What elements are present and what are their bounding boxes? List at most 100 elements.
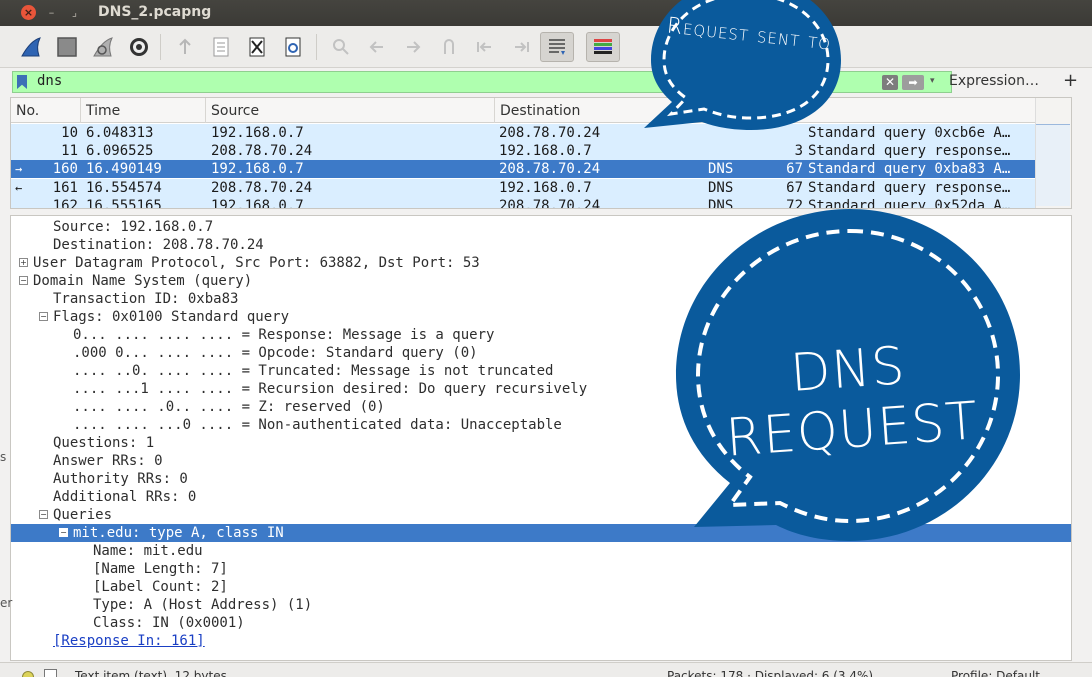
table-row[interactable]: 10 6.048313 192.168.0.7 208.78.70.24 Standar… [11, 124, 1035, 142]
table-row[interactable]: 160 16.490149 192.168.0.7 208.78.70.24 DNS 67… [11, 160, 1035, 179]
table-row[interactable]: 161 16.554574 208.78.70.24 192.168.0.7 DNS 67… [11, 178, 1035, 197]
colorize-icon[interactable] [586, 32, 620, 62]
packet-number: 11 [61, 143, 78, 160]
packet-source: 192.168.0.7 [211, 197, 304, 209]
packet-source: 192.168.0.7 [211, 161, 304, 178]
detail-row[interactable]: [Response In: 161] [11, 632, 1071, 650]
packet-length: 67 [786, 161, 803, 178]
stop-square-icon[interactable] [52, 32, 82, 62]
packet-destination: 192.168.0.7 [499, 143, 592, 160]
reload-file-icon[interactable] [278, 32, 308, 62]
toolbar-separator [160, 34, 161, 60]
packet-info: Standard query response… [808, 179, 1011, 196]
expert-info-icon[interactable] [22, 671, 34, 677]
column-header-source[interactable]: Source [211, 103, 259, 119]
go-forward-icon[interactable] [398, 32, 428, 62]
packet-destination: 208.78.70.24 [499, 125, 601, 141]
packet-protocol: DNS [708, 179, 734, 196]
last-packet-icon[interactable] [506, 32, 536, 62]
collapse-icon[interactable]: − [39, 510, 48, 519]
expand-icon[interactable]: + [19, 258, 28, 267]
column-separator [205, 98, 206, 123]
options-gear-icon[interactable] [124, 32, 154, 62]
packet-source: 192.168.0.7 [211, 125, 304, 141]
window-close-button[interactable]: × [21, 5, 36, 20]
apply-filter-icon[interactable]: ➡ [902, 75, 924, 90]
chevron-down-icon[interactable]: ▾ [930, 76, 942, 90]
find-packet-icon[interactable] [326, 32, 356, 62]
status-packets-count: Packets: 178 · Displayed: 6 (3.4%) [667, 669, 874, 677]
collapse-icon[interactable]: − [19, 276, 28, 285]
display-filter-bar: dns ✕ ➡ ▾ Expression… + [10, 70, 1092, 94]
left-edge-text: er [0, 596, 13, 610]
detail-text: Authority RRs: 0 [53, 471, 188, 487]
packet-length: 3 [794, 143, 803, 160]
detail-text: Class: IN (0x0001) [93, 615, 245, 631]
packet-source: 208.78.70.24 [211, 143, 313, 160]
packet-list-scrollbar[interactable] [1035, 98, 1071, 208]
add-filter-button[interactable]: + [1063, 70, 1078, 91]
save-file-icon[interactable] [206, 32, 236, 62]
left-edge-text: s [0, 450, 7, 464]
detail-text: Queries [53, 507, 113, 523]
window-maximize-button[interactable]: ⌟ [67, 5, 82, 20]
detail-text: Source: 192.168.0.7 [53, 219, 214, 235]
detail-text: .... .... .0.. .... = Z: reserved (0) [73, 399, 385, 415]
packet-time: 16.555165 [86, 197, 162, 209]
detail-text: 0... .... .... .... = Response: Message … [73, 327, 495, 343]
detail-text: mit.edu: type A, class IN [73, 525, 284, 541]
packet-list[interactable]: No. Time Source Destination 10 6.048313 19… [10, 97, 1072, 209]
open-file-icon[interactable] [170, 32, 200, 62]
window-minimize-button[interactable]: – [44, 5, 59, 20]
detail-text: Additional RRs: 0 [53, 489, 197, 505]
detail-text: Flags: 0x0100 Standard query [53, 309, 290, 325]
detail-text: .... .... ...0 .... = Non-authenticated … [73, 417, 562, 433]
window-title: DNS_2.pcapng [98, 4, 212, 20]
column-header-time[interactable]: Time [86, 103, 120, 119]
packet-time: 6.048313 [86, 125, 154, 141]
expression-button[interactable]: Expression… [949, 73, 1039, 89]
packet-length: 67 [786, 179, 803, 196]
clear-filter-icon[interactable]: ✕ [882, 75, 898, 90]
restart-fin-icon[interactable] [88, 32, 118, 62]
response-in-link[interactable]: [Response In: 161] [53, 632, 205, 650]
detail-row[interactable]: Class: IN (0x0001) [11, 614, 1071, 632]
filter-text[interactable]: dns [37, 73, 62, 89]
close-file-icon[interactable] [242, 32, 272, 62]
detail-text: Transaction ID: 0xba83 [53, 291, 239, 307]
packet-info: Standard query response… [808, 143, 1011, 160]
capture-comment-icon[interactable] [44, 669, 57, 677]
packet-number: 162 [52, 197, 78, 209]
detail-row[interactable]: Type: A (Host Address) (1) [11, 596, 1071, 614]
detail-text: Questions: 1 [53, 435, 155, 451]
detail-row[interactable]: [Label Count: 2] [11, 578, 1071, 596]
shark-fin-start-icon[interactable] [16, 32, 46, 62]
detail-row[interactable]: [Name Length: 7] [11, 560, 1071, 578]
packet-destination: 208.78.70.24 [499, 197, 601, 209]
column-header-no[interactable]: No. [16, 103, 39, 119]
packet-protocol: DNS [708, 161, 734, 178]
detail-text: .000 0... .... .... = Opcode: Standard q… [73, 345, 478, 361]
detail-text: [Label Count: 2] [93, 579, 228, 595]
status-profile[interactable]: Profile: Default [951, 669, 1040, 677]
status-bar: Text item (text), 12 bytes Packets: 178 … [0, 662, 1092, 677]
packet-destination: 208.78.70.24 [499, 161, 601, 178]
collapse-icon[interactable]: − [39, 312, 48, 321]
packet-info: Standard query 0xba83 A… [808, 161, 1011, 178]
go-to-packet-icon[interactable] [434, 32, 464, 62]
collapse-icon[interactable]: − [59, 528, 68, 537]
packet-list-minimap[interactable] [1036, 124, 1070, 206]
detail-text: .... ...1 .... .... = Recursion desired:… [73, 381, 588, 397]
table-row[interactable]: 11 6.096525 208.78.70.24 192.168.0.7 3 Standa… [11, 142, 1035, 161]
bookmark-icon[interactable] [17, 75, 27, 89]
detail-text: User Datagram Protocol, Src Port: 63882,… [33, 255, 480, 271]
column-separator [494, 98, 495, 123]
autoscroll-icon[interactable] [540, 32, 574, 62]
go-back-icon[interactable] [362, 32, 392, 62]
detail-text: Destination: 208.78.70.24 [53, 237, 264, 253]
column-header-destination[interactable]: Destination [500, 103, 580, 119]
first-packet-icon[interactable] [470, 32, 500, 62]
title-bar: × – ⌟ DNS_2.pcapng [0, 0, 1092, 26]
packet-destination: 192.168.0.7 [499, 179, 592, 196]
request-arrow-icon: → [15, 162, 23, 177]
